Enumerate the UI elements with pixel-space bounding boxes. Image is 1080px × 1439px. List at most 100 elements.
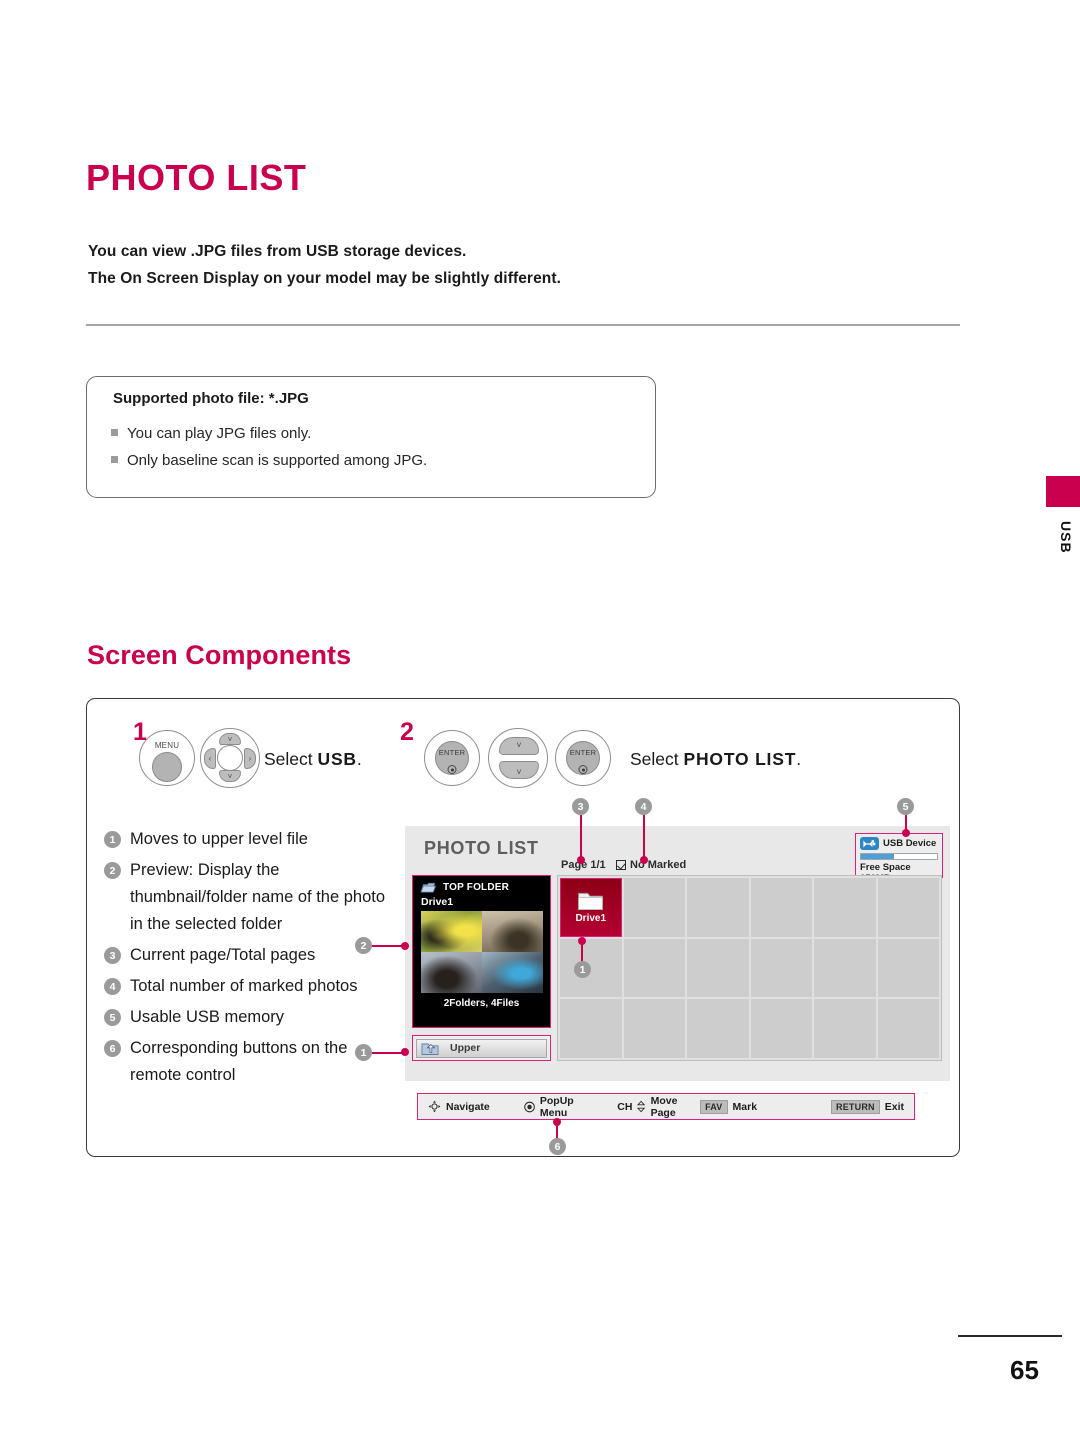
grid-cell-empty[interactable] (687, 999, 749, 1058)
channel-up-icon[interactable]: ˅ (499, 737, 539, 755)
preview-top-folder-label: TOP FOLDER (443, 882, 510, 893)
bullet-square-icon (111, 429, 118, 436)
menu-button-label: MENU (154, 741, 180, 750)
hint-move-page[interactable]: CH Move Page (617, 1095, 700, 1119)
list-item: 2 Preview: Display the thumbnail/folder … (104, 857, 394, 938)
enter-dot-icon (447, 765, 457, 774)
grid-cell-empty[interactable] (877, 878, 939, 937)
spec-bullet-0: You can play JPG files only. (111, 425, 311, 442)
callout-badge-6: 6 (549, 1138, 566, 1155)
grid-cell-empty[interactable] (877, 999, 939, 1058)
hint-mark[interactable]: FAV Mark (700, 1099, 757, 1114)
dpad-right-icon[interactable]: › (244, 748, 256, 769)
grid-cell-empty[interactable] (750, 999, 812, 1058)
list-item: 1 Moves to upper level file (104, 826, 394, 853)
upper-button[interactable]: Upper (412, 1035, 551, 1061)
grid-cell-empty[interactable] (814, 938, 876, 998)
channel-down-icon[interactable]: ˅ (499, 761, 539, 779)
photo-grid[interactable]: Drive1 (557, 875, 942, 1061)
footer-divider (958, 1335, 1062, 1337)
hint-ch-label: CH (617, 1100, 633, 1113)
intro-line-2: The On Screen Display on your model may … (88, 270, 562, 287)
intro-line-1: You can view .JPG files from USB storage… (88, 243, 467, 260)
dpad-left-icon[interactable]: ‹ (204, 748, 216, 769)
enter-button-2[interactable]: ENTER (555, 730, 611, 786)
grid-cell-empty[interactable] (623, 938, 685, 998)
list-item: 4 Total number of marked photos (104, 973, 394, 1000)
grid-cell-label: Drive1 (575, 913, 607, 925)
callout-line-4 (643, 815, 645, 860)
enter-dot-icon (578, 765, 588, 774)
legend-badge: 4 (104, 978, 121, 995)
legend-badge: 5 (104, 1009, 121, 1026)
enter-icon (524, 1101, 535, 1112)
hint-popup-menu[interactable]: PopUp Menu (524, 1095, 600, 1119)
grid-cell-empty[interactable] (750, 878, 812, 937)
callout-dot-5 (902, 829, 910, 837)
step-2-number: 2 (400, 718, 414, 746)
folder-icon (420, 882, 437, 893)
grid-cell-empty[interactable] (814, 999, 876, 1058)
grid-cell-empty[interactable] (814, 878, 876, 937)
preview-photo-butterfly (421, 911, 482, 952)
usb-capacity-fill (861, 854, 895, 859)
hint-move-page-label: Move Page (650, 1094, 678, 1119)
list-item: 3 Current page/Total pages (104, 942, 394, 969)
legend-text: Usable USB memory (130, 1008, 285, 1026)
grid-cell-empty[interactable] (687, 938, 749, 998)
step-2-instruction: Select PHOTO LIST. (630, 749, 801, 770)
list-item: 5 Usable USB memory (104, 1004, 394, 1031)
ch-updown-icon (637, 1100, 646, 1113)
channel-rocker-control[interactable]: ˅ ˅ (488, 728, 548, 788)
callout-badge-2-preview: 2 (355, 937, 372, 954)
fav-keycap: FAV (700, 1099, 728, 1114)
checkbox-icon (616, 860, 626, 870)
bullet-square-icon (111, 456, 118, 463)
dpad-center[interactable] (217, 745, 243, 771)
screen-components-heading: Screen Components (87, 640, 352, 670)
legend-text: Preview: Display the thumbnail/folder na… (130, 861, 386, 933)
preview-drive-name: Drive1 (421, 896, 454, 908)
grid-cell-empty[interactable] (623, 878, 685, 937)
menu-button[interactable]: MENU (139, 730, 195, 786)
intro-paragraph: You can view .JPG files from USB storage… (88, 238, 561, 292)
callout-dot-1-upper (401, 1048, 409, 1056)
navigate-icon (428, 1100, 441, 1113)
enter-button-label: ENTER (438, 748, 466, 757)
legend-badge: 6 (104, 1040, 121, 1057)
step-1-instruction: Select USB. (264, 749, 362, 770)
dpad-up-icon[interactable]: ˅ (219, 733, 241, 745)
osd-title: PHOTO LIST (424, 838, 539, 858)
legend-list: 1 Moves to upper level file 2 Preview: D… (104, 826, 394, 1093)
header-divider (86, 324, 960, 326)
upper-button-inner[interactable]: Upper (416, 1038, 547, 1058)
marked-indicator-label: No Marked (630, 859, 687, 871)
hint-exit[interactable]: RETURN Exit (831, 1099, 904, 1114)
legend-badge: 3 (104, 947, 121, 964)
grid-cell-empty[interactable] (687, 878, 749, 937)
hint-popup-menu-label: PopUp Menu (539, 1094, 574, 1119)
osd-hint-bar: Navigate PopUp Menu CH Move Page FAV Mar… (417, 1093, 915, 1120)
upper-button-label: Upper (450, 1042, 481, 1054)
preview-photo-street (421, 952, 482, 993)
hint-exit-label: Exit (884, 1100, 904, 1113)
grid-cell-empty[interactable] (877, 938, 939, 998)
grid-cell-empty[interactable] (623, 999, 685, 1058)
preview-header: TOP FOLDER (413, 876, 550, 894)
step-1-target: USB (317, 749, 357, 769)
dpad-down-icon[interactable]: ˅ (219, 770, 241, 782)
grid-cell-empty[interactable] (750, 938, 812, 998)
grid-cell-selected[interactable]: Drive1 (560, 878, 622, 937)
hint-navigate[interactable]: Navigate (428, 1100, 490, 1113)
legend-badge: 1 (104, 831, 121, 848)
preview-pane: TOP FOLDER Drive1 2Folders, 4Files (412, 875, 551, 1028)
preview-photo-horses (482, 911, 543, 952)
dpad-control[interactable]: ˅ ˅ ‹ › (200, 728, 260, 788)
usb-icon (860, 837, 879, 850)
callout-dot-4 (640, 856, 648, 864)
step-1-prefix: Select (264, 749, 318, 769)
enter-button-1[interactable]: ENTER (424, 730, 480, 786)
grid-cell-empty[interactable] (560, 999, 622, 1058)
callout-dot-2-preview (401, 942, 409, 950)
page-title: PHOTO LIST (86, 157, 307, 198)
